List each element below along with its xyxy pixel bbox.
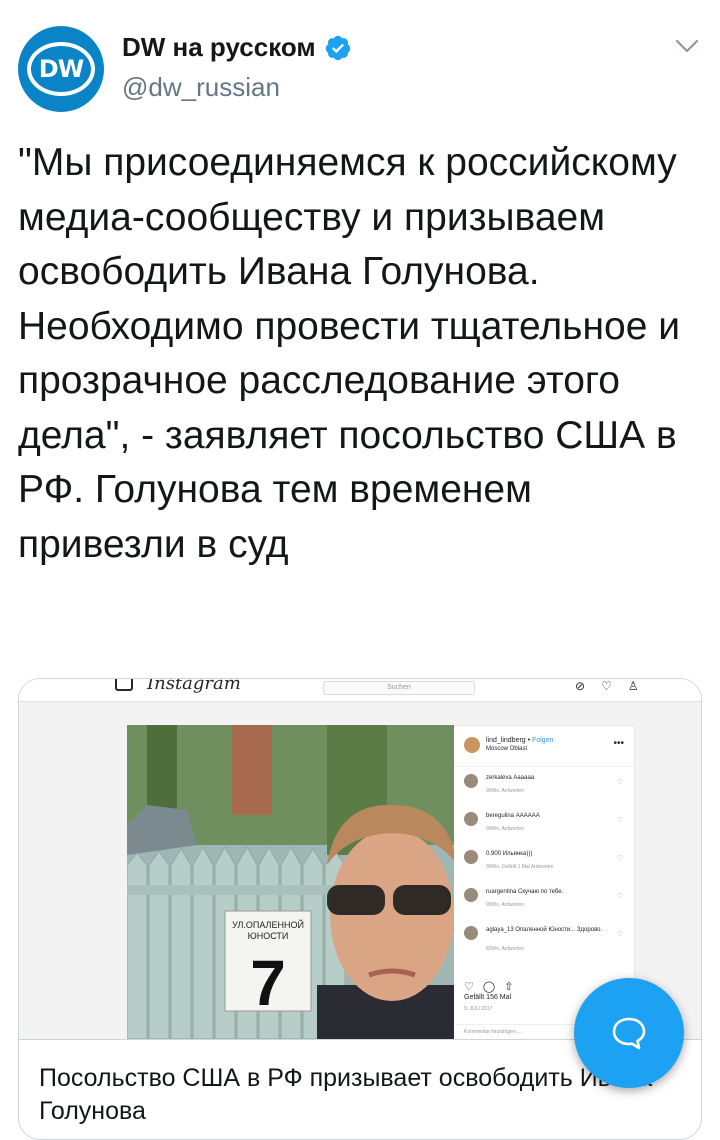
street-sign-line1: УЛ.ОПАЛЕННОЙ [232,919,304,930]
post-user: lind_lindberg • Folgen [486,737,554,744]
instagram-nav: ⊘ ♡ ♙ [575,679,639,693]
post-likes: Gefällt 156 Mal [464,994,512,1001]
comment-item: beregulina АААААА 99Wo. Antworten ♡ [464,810,629,844]
instagram-search: Suchen [323,681,475,695]
post-header: lind_lindberg • Folgen Moscow Oblast ••• [454,726,634,767]
dw-logo-icon: DW [27,42,95,96]
card-photo: УЛ.ОПАЛЕННОЙ ЮНОСТИ 7 [127,725,454,1039]
compose-button[interactable] [574,978,684,1088]
display-name[interactable]: DW на русском [122,32,316,63]
heart-icon: ♡ [616,893,623,900]
chevron-down-icon[interactable] [674,36,700,56]
heart-icon: ♡ [616,779,623,786]
camera-icon [115,679,133,691]
post-actions: ♡ ◯ ⇧ [464,981,517,993]
heart-icon: ♡ [616,817,623,824]
heart-icon: ♡ [616,855,623,862]
comment-item: 0.900 Ильинка))) 99Wo. Gefällt 1 Mal Ant… [464,848,629,882]
name-row: DW на русском [122,32,352,63]
comment-item: aglaya_13 Опаленной Юности... Здорово. 8… [464,924,629,958]
post-avatar [464,737,480,753]
post-location: Moscow Oblast [486,746,528,752]
avatar[interactable]: DW [18,26,104,112]
instagram-topbar: Instagram Suchen ⊘ ♡ ♙ [19,679,701,702]
compass-icon: ⊘ [575,679,586,693]
comment-item: ruargentina Скучаю по тебе. 99Wo. Antwor… [464,886,629,920]
more-icon: ••• [613,738,624,749]
heart-icon: ♡ [601,679,612,693]
tweet-text: "Мы присоединяемся к российскому медиа-с… [18,141,681,566]
card-title[interactable]: Посольство США в РФ призывает освободить… [39,1062,679,1128]
compose-icon [612,1017,646,1050]
post-date: 9. JULI 2017 [464,1006,493,1012]
instagram-logo: Instagram [147,678,241,694]
comment-item: zerkaleva Аааааа 99Wo. Antworten ♡ [464,772,629,806]
profile-icon: ♙ [627,679,639,693]
handle[interactable]: @dw_russian [122,72,280,103]
tweet-header: DW DW на русском @dw_russian [18,22,708,112]
card-image[interactable]: Instagram Suchen ⊘ ♡ ♙ УЛ.ОПАЛЕННОЙ ЮНОС… [19,679,701,1041]
verified-badge-icon [325,35,350,60]
street-sign-line2: ЮНОСТИ [248,931,289,941]
house-number: 7 [250,947,286,1019]
heart-icon: ♡ [616,931,623,938]
